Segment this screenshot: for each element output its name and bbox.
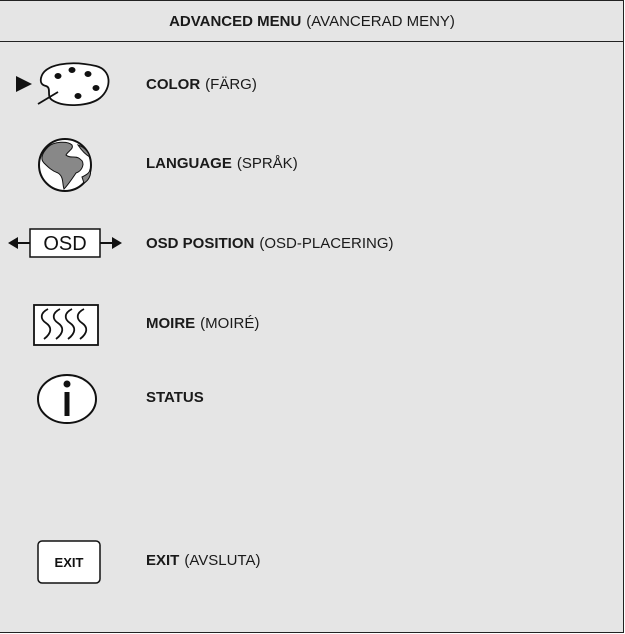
menu-item-color-label: COLOR (FÄRG)	[146, 75, 257, 93]
menu-title: ADVANCED MENU	[169, 12, 302, 30]
menu-item-moire-label: MOIRE (MOIRÉ)	[146, 314, 260, 332]
globe-icon	[8, 133, 128, 193]
osd-icon-text: OSD	[43, 233, 86, 255]
info-icon	[8, 367, 128, 427]
menu-item-status-label: STATUS	[146, 388, 204, 406]
menu-item-language[interactable]: LANGUAGE (SPRÅK)	[0, 133, 624, 193]
menu-title-sub: (AVANCERAD MENY)	[306, 12, 455, 30]
menu-item-moire[interactable]: MOIRE (MOIRÉ)	[0, 293, 624, 353]
menu-item-osd-position-label: OSD POSITION (OSD-PLACERING)	[146, 234, 394, 252]
osd-position-icon: OSD	[8, 213, 128, 273]
palette-icon	[8, 54, 128, 114]
advanced-menu-panel: ADVANCED MENU (AVANCERAD MENY) COLOR (FÄ…	[0, 0, 624, 633]
moire-icon	[8, 293, 128, 353]
exit-icon: EXIT	[8, 530, 128, 590]
exit-icon-text: EXIT	[55, 555, 84, 570]
menu-header: ADVANCED MENU (AVANCERAD MENY)	[0, 0, 624, 42]
menu-item-osd-position[interactable]: OSD OSD POSITION (OSD-PLACERING)	[0, 213, 624, 273]
menu-item-exit-label: EXIT (AVSLUTA)	[146, 551, 261, 569]
menu-item-language-label: LANGUAGE (SPRÅK)	[146, 154, 298, 172]
menu-item-status[interactable]: STATUS	[0, 367, 624, 427]
menu-item-color[interactable]: COLOR (FÄRG)	[0, 54, 624, 114]
menu-item-exit[interactable]: EXIT EXIT (AVSLUTA)	[0, 530, 624, 590]
